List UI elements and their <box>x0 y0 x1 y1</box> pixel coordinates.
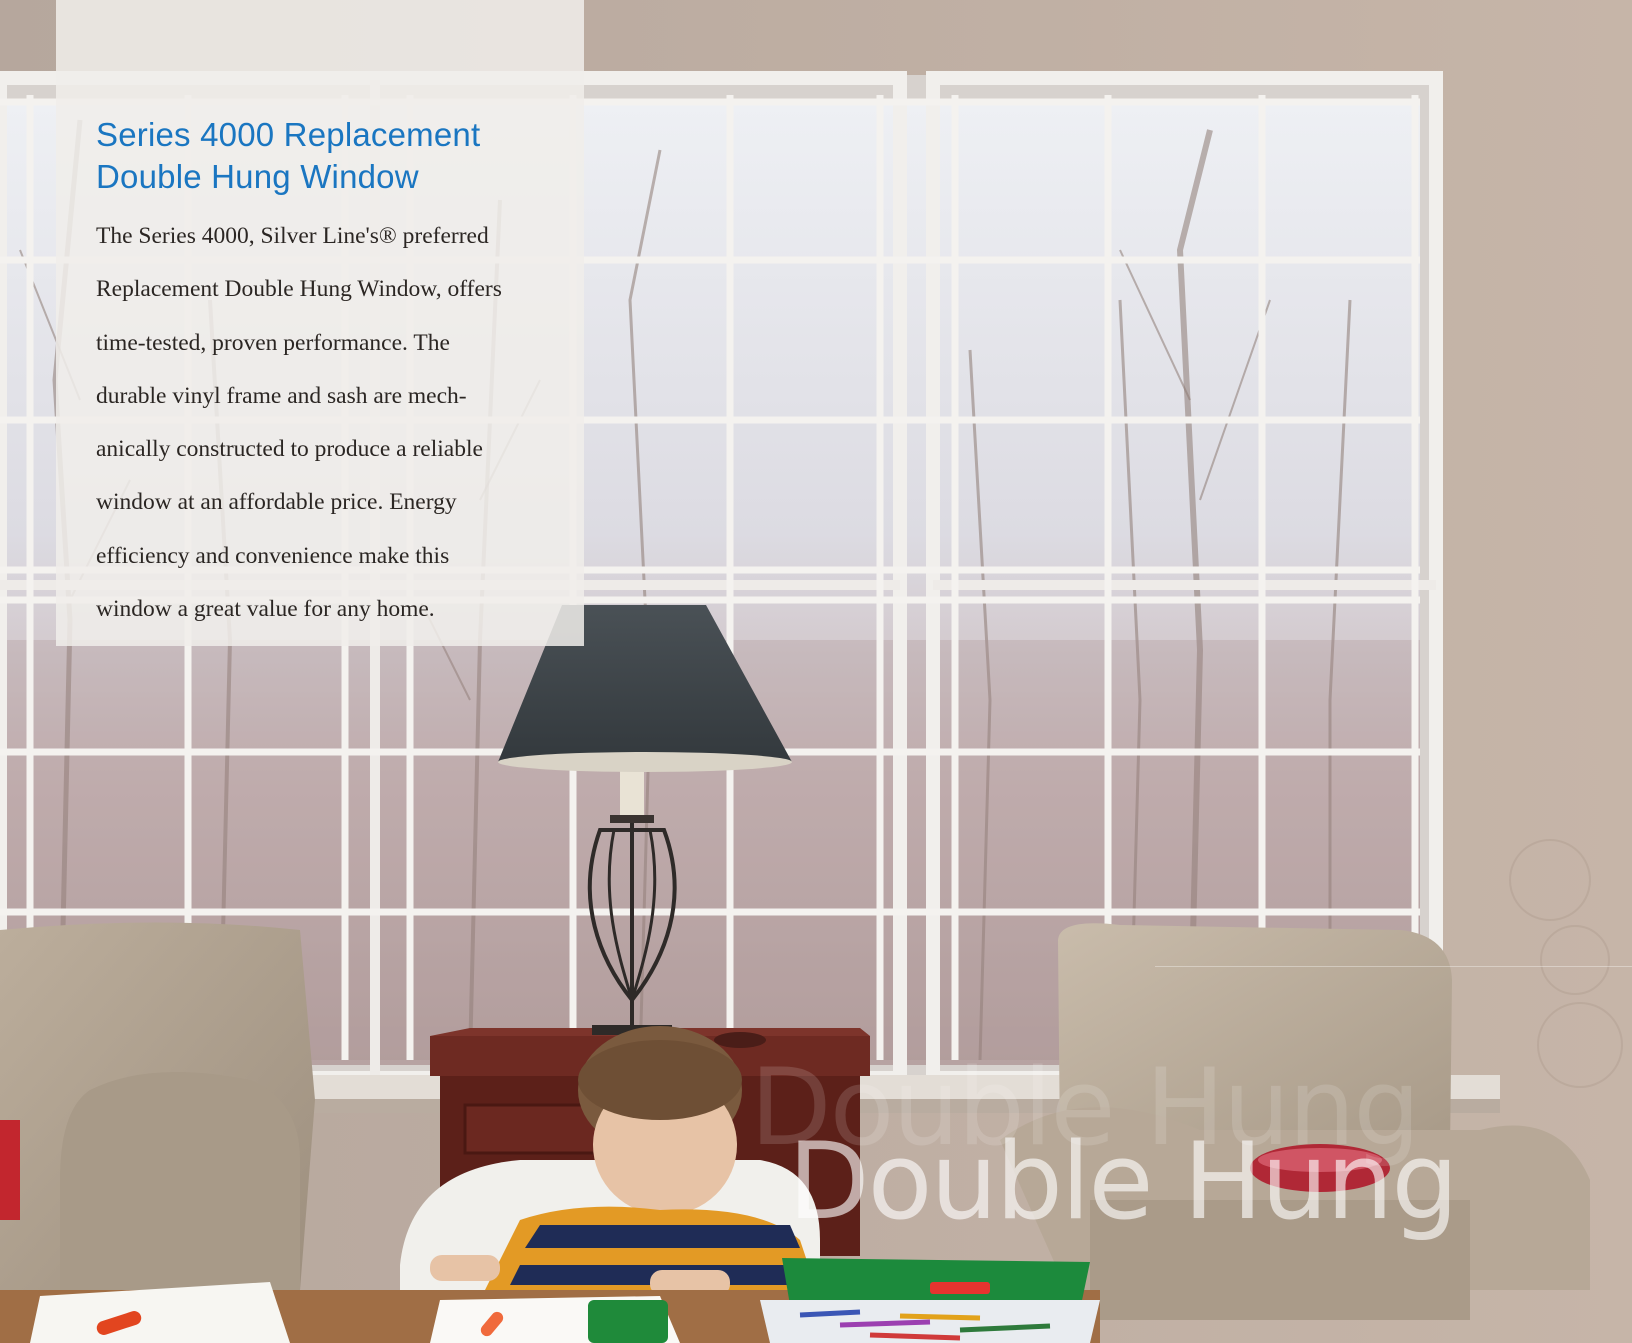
body-line: durable vinyl frame and sash are mech- <box>96 382 467 409</box>
title-line-2: Double Hung Window <box>96 158 419 195</box>
body-line: The Series 4000, Silver Line's® preferre… <box>96 223 489 249</box>
body-line: time-tested, proven performance. The <box>96 329 450 356</box>
brochure-page: Series 4000 Replacement Double Hung Wind… <box>0 0 1632 1343</box>
divider-line <box>1155 966 1632 967</box>
body-line: Replacement Double Hung Window, offers <box>96 276 502 303</box>
body-line: anically constructed to produce a reliab… <box>96 436 483 463</box>
body-paragraph: The Series 4000, Silver Line's® preferre… <box>96 210 586 636</box>
body-line: window at an affordable price. Energy <box>96 489 457 516</box>
page-title: Series 4000 Replacement Double Hung Wind… <box>96 114 576 198</box>
body-line: efficiency and convenience make this <box>96 542 450 569</box>
title-line-1: Series 4000 Replacement <box>96 116 481 153</box>
watermark-title: Double Hung <box>788 1120 1459 1243</box>
body-line: window a great value for any home. <box>96 596 435 623</box>
